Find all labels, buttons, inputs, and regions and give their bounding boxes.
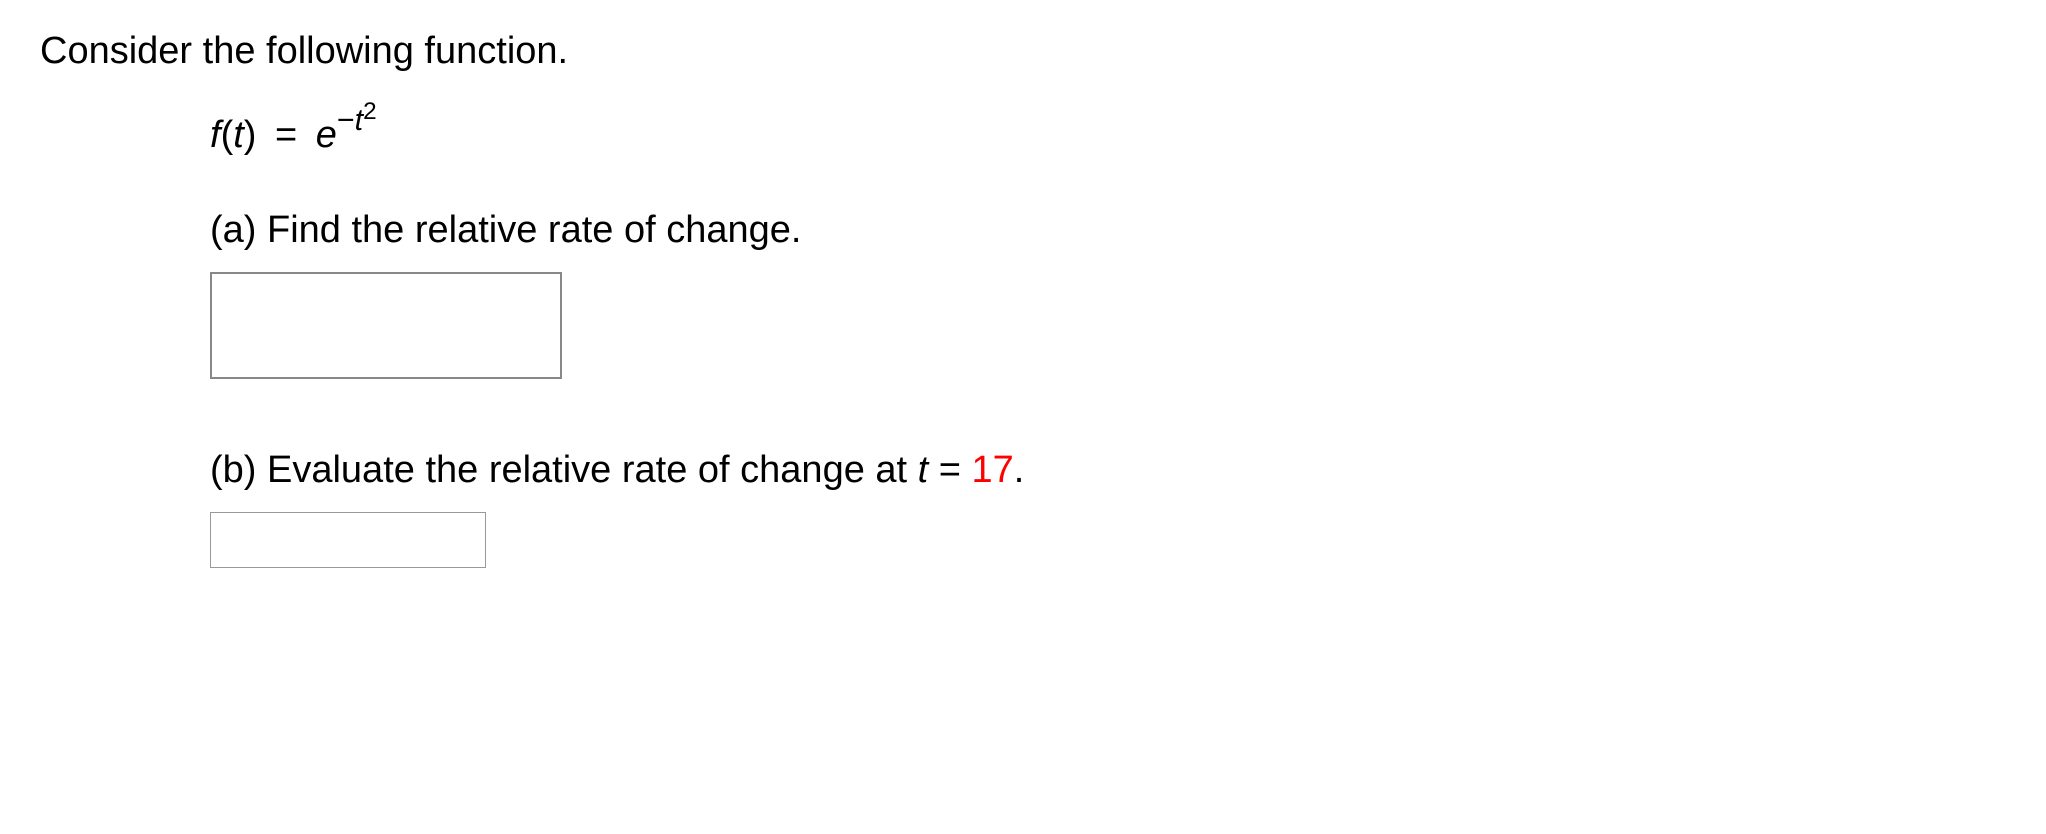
part-b-prefix: (b) Evaluate the relative rate of change…: [210, 449, 918, 491]
part-a-label: (a) Find the relative rate of change.: [210, 209, 2006, 252]
eq-exp-pow: 2: [363, 98, 377, 125]
eq-paren-open: (: [221, 114, 234, 156]
part-b-equals: =: [928, 449, 971, 491]
content-block: f(t) = e−t2 (a) Find the relative rate o…: [40, 113, 2006, 568]
part-a-input[interactable]: [210, 272, 562, 379]
eq-exp-var: t: [355, 103, 363, 137]
part-b-period: .: [1014, 449, 1025, 491]
part-b-var: t: [918, 449, 929, 491]
part-a: (a) Find the relative rate of change.: [210, 209, 2006, 379]
eq-exp-minus: −: [337, 103, 355, 137]
intro-text: Consider the following function.: [40, 30, 2006, 73]
eq-exponent: −t2: [337, 103, 377, 137]
eq-paren-close: ): [244, 114, 257, 156]
eq-equals: =: [264, 114, 307, 156]
part-b-input[interactable]: [210, 512, 486, 568]
part-b-value: 17: [972, 449, 1014, 491]
equation: f(t) = e−t2: [210, 113, 2006, 159]
part-b-label: (b) Evaluate the relative rate of change…: [210, 449, 2006, 492]
part-b: (b) Evaluate the relative rate of change…: [210, 449, 2006, 568]
eq-f: f: [210, 114, 221, 156]
eq-var: t: [233, 114, 244, 156]
eq-base: e: [316, 114, 337, 156]
